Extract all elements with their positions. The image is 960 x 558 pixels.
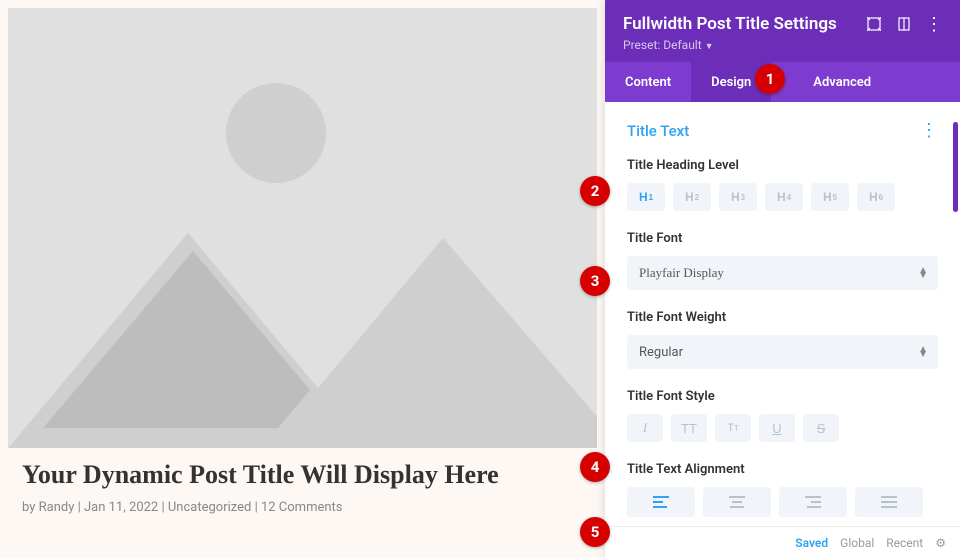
font-style-buttons: I TT TT U S (627, 414, 938, 442)
heading-h5[interactable]: H5 (811, 183, 849, 211)
style-underline[interactable]: U (759, 414, 795, 442)
placeholder-icon (8, 8, 597, 448)
weight-value: Regular (639, 345, 683, 360)
font-value: Playfair Display (639, 265, 724, 281)
heading-h2[interactable]: H2 (673, 183, 711, 211)
style-smallcaps[interactable]: TT (715, 414, 751, 442)
heading-h1[interactable]: H1 (627, 183, 665, 211)
font-select[interactable]: Playfair Display ▲▼ (627, 256, 938, 290)
footer-saved[interactable]: Saved (795, 536, 828, 550)
annotation-5: 5 (580, 517, 610, 547)
label-font: Title Font (627, 231, 938, 246)
heading-level-buttons: H1 H2 H3 H4 H5 H6 (627, 183, 938, 211)
align-right[interactable] (779, 487, 847, 517)
label-align: Title Text Alignment (627, 462, 938, 477)
scrollbar-thumb[interactable] (953, 122, 958, 212)
tab-advanced[interactable]: Advanced (793, 62, 891, 102)
tab-content[interactable]: Content (605, 62, 691, 102)
annotation-2: 2 (580, 176, 610, 206)
section-title[interactable]: Title Text (627, 122, 689, 140)
post-title: Your Dynamic Post Title Will Display Her… (22, 460, 605, 490)
align-left[interactable] (627, 487, 695, 517)
preset-label: Preset: Default (623, 38, 702, 52)
annotation-3: 3 (580, 266, 610, 296)
annotation-1: 1 (755, 64, 785, 94)
heading-h4[interactable]: H4 (765, 183, 803, 211)
expand-icon[interactable] (866, 16, 882, 32)
label-style: Title Font Style (627, 389, 938, 404)
annotation-4: 4 (580, 452, 610, 482)
style-uppercase[interactable]: TT (671, 414, 707, 442)
panel-footer: Saved Global Recent ⚙ (605, 526, 960, 558)
weight-select[interactable]: Regular ▲▼ (627, 335, 938, 369)
align-center[interactable] (703, 487, 771, 517)
style-strike[interactable]: S (803, 414, 839, 442)
footer-global[interactable]: Global (840, 536, 874, 550)
post-meta: by Randy | Jan 11, 2022 | Uncategorized … (22, 500, 605, 515)
preset-dropdown[interactable]: Preset: Default ▼ (623, 38, 942, 52)
more-icon[interactable]: ⋮ (926, 16, 942, 32)
featured-image-placeholder (8, 8, 597, 448)
style-italic[interactable]: I (627, 414, 663, 442)
select-arrows-icon: ▲▼ (918, 347, 928, 357)
panel-title: Fullwidth Post Title Settings (623, 14, 837, 34)
panel-body: Title Text ⋮ Title Heading Level H1 H2 H… (605, 102, 960, 526)
heading-h6[interactable]: H6 (857, 183, 895, 211)
snap-icon[interactable] (896, 16, 912, 32)
select-arrows-icon: ▲▼ (918, 268, 928, 278)
panel-header: Fullwidth Post Title Settings ⋮ Preset: … (605, 0, 960, 62)
label-weight: Title Font Weight (627, 310, 938, 325)
main-preview: Your Dynamic Post Title Will Display Her… (0, 0, 605, 558)
label-heading-level: Title Heading Level (627, 158, 938, 173)
section-more-icon[interactable]: ⋮ (920, 122, 938, 140)
gear-icon[interactable]: ⚙ (935, 536, 946, 550)
align-justify[interactable] (855, 487, 923, 517)
heading-h3[interactable]: H3 (719, 183, 757, 211)
footer-recent[interactable]: Recent (886, 536, 923, 550)
align-buttons (627, 487, 938, 517)
